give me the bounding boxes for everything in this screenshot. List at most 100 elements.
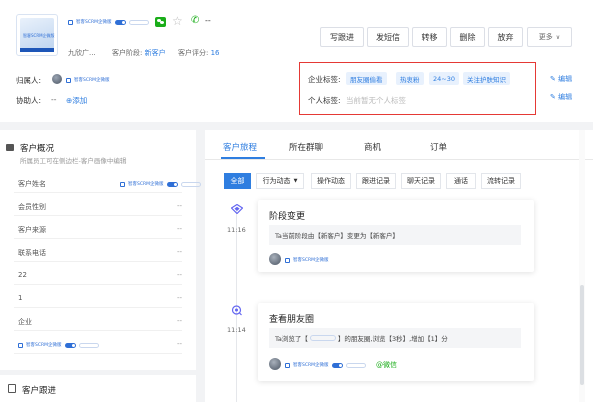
tab-orders[interactable]: 订单	[430, 141, 447, 153]
row-value: --	[176, 271, 182, 279]
badge-text: 智客SCRM企微版	[293, 363, 329, 368]
caret-down-icon: ▼	[293, 178, 298, 184]
scrollbar-thumb[interactable]	[580, 285, 584, 385]
row-label: 客户姓名	[18, 180, 46, 188]
row-value: --	[176, 225, 182, 233]
badge-text: 智客SCRM企微版	[76, 20, 112, 25]
customer-followup-panel: 客户跟进	[0, 375, 196, 402]
delete-button[interactable]: 删除	[450, 27, 485, 47]
row-value: --	[176, 202, 182, 210]
inline-badge	[309, 335, 336, 341]
filter-followups[interactable]: 跟进记录	[356, 173, 396, 189]
phone-icon[interactable]: ✆	[191, 15, 199, 26]
timeline-card: 阶段变更 Ta当前阶段由【新客户】变更为【新客户】 智客SCRM企微版	[258, 200, 534, 272]
row-value: --	[176, 340, 182, 348]
stage-change-icon	[230, 203, 244, 215]
timeline-time: 11:14	[227, 326, 246, 334]
timeline-time: 11:16	[227, 226, 246, 234]
personal-tags-placeholder: 当前暂无个人标签	[346, 96, 406, 105]
avatar-text: 智客SCRM企微版	[23, 33, 55, 38]
employee-avatar	[269, 253, 281, 265]
abandon-button[interactable]: 放弃	[488, 27, 523, 47]
desc-prefix: Ta浏览了【	[275, 335, 308, 343]
score-value: 16	[210, 49, 220, 57]
transfer-button[interactable]: 转移	[412, 27, 447, 47]
company-tag: 24~30	[429, 72, 459, 85]
wechat-icon	[155, 17, 166, 27]
assistant-label: 协助人:	[16, 96, 42, 105]
company-tag: 朋友圈偷看	[346, 72, 387, 85]
company-tags-label: 企业标签:	[308, 75, 341, 84]
overview-title: 客户概况	[20, 144, 55, 154]
card-title: 查看朋友圈	[269, 315, 315, 325]
followup-title: 客户跟进	[22, 386, 57, 396]
row-value: --	[176, 317, 182, 325]
send-sms-button[interactable]: 发短信	[367, 27, 409, 47]
row-value: --	[176, 248, 182, 256]
company-tag: 热衷粉	[396, 72, 424, 85]
badge-text: 智客SCRM企微版	[293, 258, 329, 263]
person-icon	[6, 144, 14, 151]
moments-icon	[230, 305, 243, 316]
tags-highlight-box: 企业标签: 朋友圈偷看 热衷粉 24~30 关注护肤知识 个人标签: 当前暂无个…	[299, 62, 536, 115]
owner-badge-text: 智客SCRM企微版	[74, 78, 110, 83]
source-label: @微信	[376, 361, 397, 369]
edit-label: 编辑	[558, 75, 573, 83]
company-tag: 关注护肤知识	[463, 72, 510, 85]
employee-avatar	[269, 358, 281, 370]
filter-transfer-records[interactable]: 流转记录	[481, 173, 521, 189]
card-description: Ta浏览了【 】的朋友圈,浏览【3秒】,增加【1】分	[269, 328, 521, 348]
timeline-card: 查看朋友圈 Ta浏览了【 】的朋友圈,浏览【3秒】,增加【1】分 智客SCRM企…	[258, 303, 534, 381]
document-icon	[8, 384, 16, 393]
badge-text: 智客SCRM企微版	[128, 182, 164, 187]
badge-text: 智客SCRM企微版	[26, 343, 62, 348]
tab-group-chats[interactable]: 所在群聊	[289, 141, 323, 153]
stage-value[interactable]: 新客户	[145, 49, 166, 57]
stage-label: 客户阶段:	[112, 49, 143, 57]
assistant-value: --	[51, 95, 57, 104]
score-label: 客户评分:	[178, 49, 209, 57]
card-title: 阶段变更	[269, 212, 306, 222]
edit-icon: ✎	[550, 93, 556, 101]
active-tab-indicator	[221, 157, 265, 159]
filter-label: 行为动态	[262, 177, 291, 185]
tab-customer-journey[interactable]: 客户旅程	[223, 141, 257, 153]
filter-behavior[interactable]: 行为动态 ▼	[256, 173, 304, 189]
more-label: 更多	[538, 33, 553, 41]
owner-badge: 智客SCRM企微版	[66, 77, 110, 83]
edit-label: 编辑	[558, 93, 573, 101]
card-description: Ta当前阶段由【新客户】变更为【新客户】	[269, 225, 521, 245]
personal-tags-label: 个人标签:	[308, 96, 341, 105]
row-badge: 智客SCRM企微版	[120, 181, 201, 187]
add-assistant-link[interactable]: ⊕添加	[66, 95, 87, 106]
customer-overview-panel: 客户概况 所属员工可在侧边栏-客户画像中编辑 客户姓名 智客SCRM企微版 会员…	[0, 130, 201, 370]
row-label: 联系电话	[18, 249, 46, 257]
desc-suffix: 】的朋友圈,浏览【3秒】,增加【1】分	[337, 335, 448, 343]
row-label: 会员性别	[18, 203, 46, 211]
tab-opportunities[interactable]: 商机	[364, 141, 381, 153]
employee-badge: 智客SCRM企微版	[285, 257, 329, 263]
row-label: 企业	[18, 318, 32, 326]
owner-avatar	[52, 74, 62, 84]
phone-value: --	[205, 16, 211, 25]
customer-avatar: 智客SCRM企微版	[16, 14, 58, 56]
row-value: --	[176, 294, 182, 302]
more-button[interactable]: 更多 ∨	[527, 27, 572, 47]
chevron-down-icon: ∨	[555, 33, 561, 41]
filter-all[interactable]: 全部	[224, 173, 251, 189]
row-label: 1	[18, 294, 23, 302]
edit-company-tags-link[interactable]: ✎ 编辑	[550, 74, 572, 84]
edit-icon: ✎	[550, 75, 556, 83]
customer-name-badge: 智客SCRM企微版	[68, 19, 149, 25]
score-info: 客户评分: 16	[178, 48, 220, 58]
edit-personal-tags-link[interactable]: ✎ 编辑	[550, 92, 572, 102]
filter-operations[interactable]: 操作动态	[311, 173, 351, 189]
write-followup-button[interactable]: 写跟进	[320, 27, 364, 47]
filter-chat-records[interactable]: 聊天记录	[401, 173, 441, 189]
row-label: 客户来源	[18, 226, 46, 234]
customer-name: 九欣广...	[68, 49, 96, 57]
filter-calls[interactable]: 通话	[446, 173, 476, 189]
star-icon[interactable]: ☆	[172, 14, 183, 28]
overview-subtitle: 所属员工可在侧边栏-客户画像中编辑	[20, 157, 127, 165]
owner-label: 归属人:	[16, 76, 42, 85]
